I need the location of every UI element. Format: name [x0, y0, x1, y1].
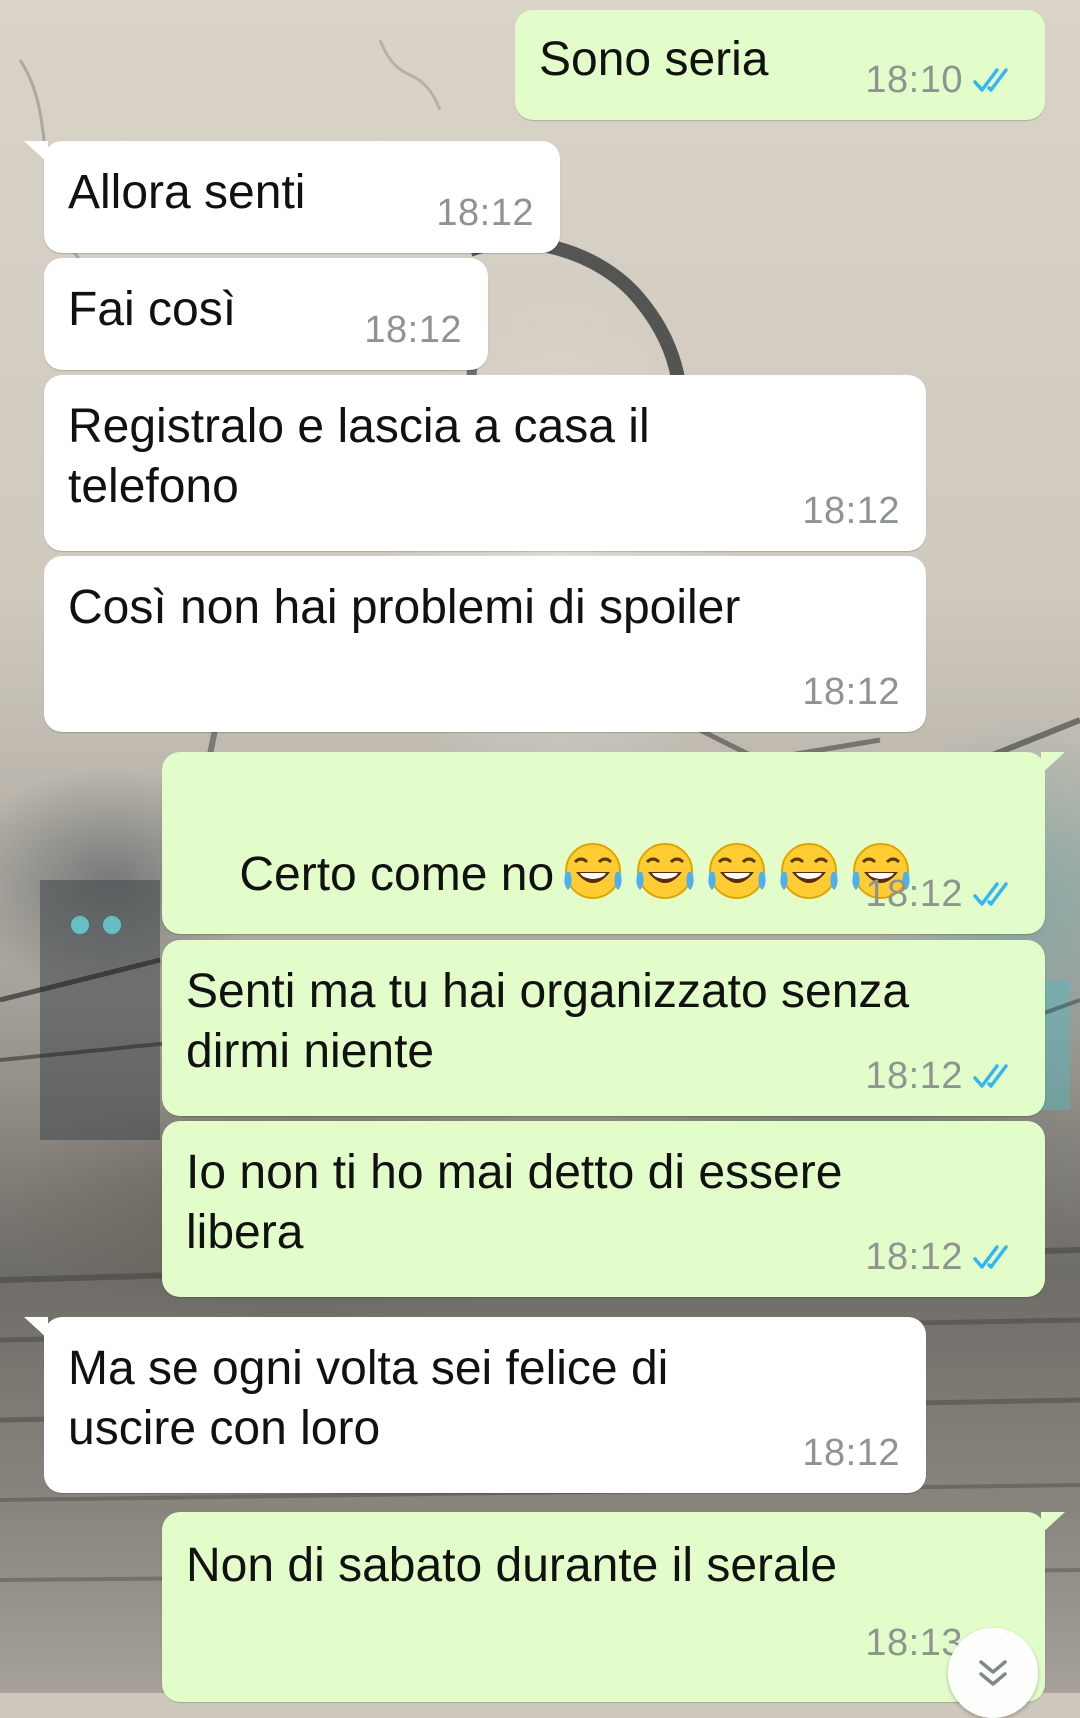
message-meta: 18:12 — [865, 873, 1019, 916]
message-text-content: Certo come no — [239, 848, 555, 901]
message-bubble-incoming[interactable]: Registralo e lascia a casa il telefono 1… — [44, 375, 926, 551]
message-time: 18:12 — [865, 1055, 963, 1097]
scroll-to-bottom-button[interactable] — [948, 1628, 1038, 1718]
message-bubble-outgoing[interactable]: Certo come no 18:12 — [162, 752, 1065, 934]
message-text: Certo come no — [186, 778, 1021, 965]
message-meta: 18:10 — [865, 59, 1019, 102]
message-meta: 18:12 — [865, 1236, 1019, 1279]
message-time: 18:12 — [802, 490, 900, 532]
laughing-emoji-icon — [708, 843, 766, 899]
message-time: 18:12 — [802, 671, 900, 713]
double-chevron-down-icon — [979, 1660, 1007, 1686]
message-time: 18:12 — [865, 1236, 963, 1278]
message-time: 18:12 — [802, 1432, 900, 1474]
message-bubble-outgoing[interactable]: Io non ti ho mai detto di essere libera … — [162, 1121, 1045, 1297]
message-bubble-incoming[interactable]: Allora senti 18:12 — [24, 141, 560, 253]
message-meta: 18:12 — [802, 490, 900, 533]
message-time: 18:12 — [436, 192, 534, 234]
message-bubble-incoming[interactable]: Ma se ogni volta sei felice di uscire co… — [24, 1317, 926, 1493]
message-bubble-incoming[interactable]: Fai così 18:12 — [44, 258, 488, 370]
message-meta: 18:12 — [364, 309, 462, 352]
message-text: Non di sabato durante il serale — [186, 1539, 838, 1592]
message-bubble-outgoing[interactable]: Sono seria 18:10 — [515, 10, 1045, 120]
read-ticks-icon — [973, 1063, 1008, 1088]
message-bubble-incoming[interactable]: Così non hai problemi di spoiler 18:12 — [44, 556, 926, 732]
read-ticks-icon — [973, 67, 1008, 92]
message-time: 18:12 — [865, 873, 963, 915]
message-text: Registralo e lascia a casa il telefono — [68, 400, 650, 513]
message-text: Così non hai problemi di spoiler — [68, 581, 741, 634]
laughing-emoji-icon — [564, 843, 622, 899]
message-time: 18:10 — [865, 59, 963, 101]
message-text: Ma se ogni volta sei felice di uscire co… — [68, 1342, 669, 1455]
read-ticks-icon — [973, 881, 1008, 906]
message-meta: 18:12 — [802, 1432, 900, 1475]
laughing-emoji-icon — [780, 843, 838, 899]
laughing-emoji-icon — [636, 843, 694, 899]
message-time: 18:12 — [364, 309, 462, 351]
message-bubble-outgoing[interactable]: Non di sabato durante il serale 18:13 — [162, 1512, 1065, 1702]
message-time: 18:13 — [865, 1622, 963, 1664]
message-meta: 18:12 — [436, 192, 534, 235]
read-ticks-icon — [973, 1244, 1008, 1269]
message-meta: 18:12 — [802, 671, 900, 714]
message-meta: 18:12 — [865, 1055, 1019, 1098]
message-bubble-outgoing[interactable]: Senti ma tu hai organizzato senza dirmi … — [162, 940, 1045, 1116]
